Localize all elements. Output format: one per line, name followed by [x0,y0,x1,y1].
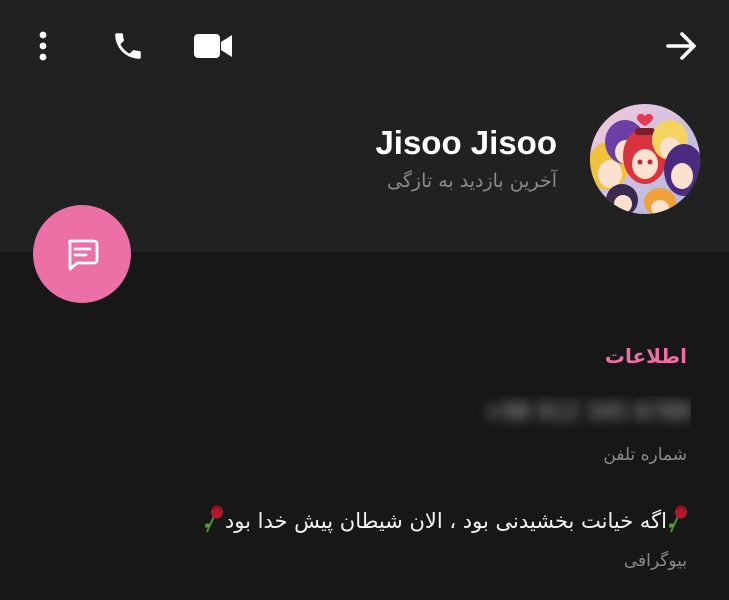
info-section-title: اطلاعات [604,344,687,368]
bio-text[interactable]: اگه خیانت بخشیدنی بود ، الان شیطان پیش خ… [203,503,689,539]
profile-name: Jisoo Jisoo [375,124,557,161]
phone-number-label: شماره تلفن [603,445,687,465]
phone-number-text: +98 912 345 6789 [483,400,691,425]
profile-screen: Jisoo Jisoo آخرین بازدید به تازگی اطلاعا… [0,0,729,600]
message-icon [68,239,99,271]
bio-label: بیوگرافی [623,551,687,571]
arrow-right-icon[interactable] [658,22,706,70]
phone-icon[interactable] [104,22,152,70]
last-seen-status: آخرین بازدید به تازگی [387,170,557,192]
message-button[interactable] [33,205,131,303]
avatar[interactable] [590,104,700,214]
bio-text-content: اگه خیانت بخشیدنی بود ، الان شیطان پیش خ… [224,509,667,533]
more-vertical-icon[interactable] [19,22,67,70]
phone-number-value[interactable]: +98 912 345 6789 [453,396,691,430]
wilted-rose-icon [204,505,223,533]
wilted-rose-icon [669,505,687,533]
video-camera-icon[interactable] [189,22,237,70]
